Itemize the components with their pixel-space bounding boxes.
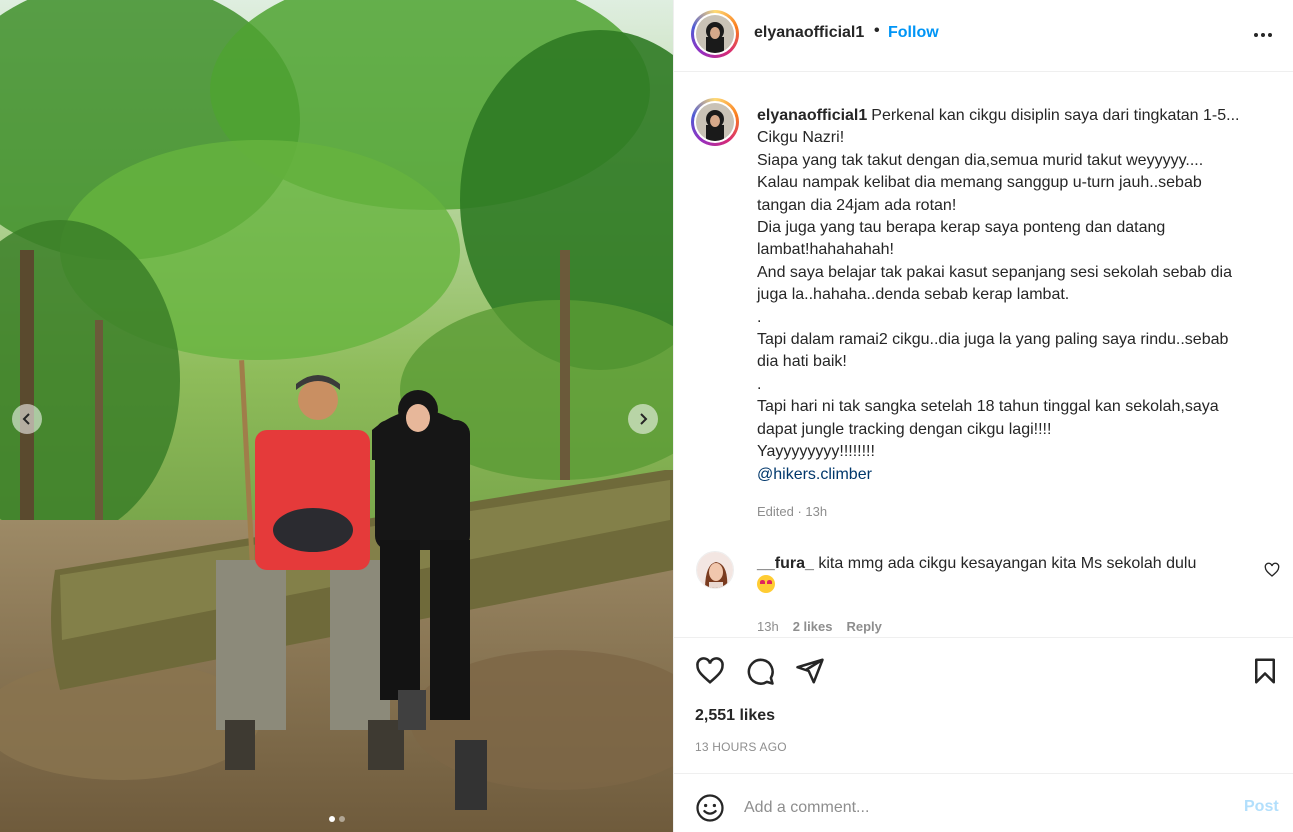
carousel-dot-active <box>328 816 335 822</box>
caption-line: Tapi hari ni tak sangka setelah 18 tahun… <box>757 398 1219 416</box>
carousel-indicator <box>0 816 673 822</box>
caption-line: dapat jungle tracking dengan cikgu lagi!… <box>757 420 1052 438</box>
comment-item: __fura_ kita mmg ada cikgu kesayangan ki… <box>757 553 1237 598</box>
caption-line: . <box>757 308 762 326</box>
caption-line: And saya belajar tak pakai kasut sepanja… <box>757 263 1232 281</box>
like-heart-icon[interactable] <box>695 656 725 686</box>
post-photo[interactable] <box>0 0 673 832</box>
avatar-image <box>697 552 733 588</box>
caption-line: tangan dia 24jam ada rotan! <box>757 196 957 214</box>
share-paper-plane-icon[interactable] <box>795 656 825 686</box>
caption-line: Dia juga yang tau berapa kerap saya pont… <box>757 219 1166 237</box>
emoji-smiley-icon[interactable] <box>695 793 725 823</box>
smiling-face-hearts-emoji <box>757 575 775 594</box>
add-comment-bar: Post <box>674 773 1293 832</box>
carousel-dot <box>338 816 345 822</box>
caption-edited-time: Edited · 13h <box>757 504 828 519</box>
add-comment-input[interactable] <box>744 794 1204 822</box>
like-comment-heart-icon[interactable] <box>1264 562 1280 578</box>
caption-line: Kalau nampak kelibat dia memang sanggup … <box>757 174 1202 192</box>
caption-mention-link[interactable]: @hikers.climber <box>757 464 1277 486</box>
commenter-avatar[interactable] <box>696 551 734 589</box>
caption-line: Perkenal kan cikgu disiplin saya dari ti… <box>871 107 1240 124</box>
comments-section[interactable]: elyanaofficial1 Perkenal kan cikgu disipl… <box>674 72 1293 637</box>
chevron-left-icon <box>22 413 30 425</box>
follow-button[interactable]: Follow <box>888 24 939 42</box>
caption-line: Yayyyyyyyy!!!!!!!! <box>757 443 875 461</box>
caption-line: Siapa yang tak takut dengan dia,semua mu… <box>757 151 1204 169</box>
comment-likes-link[interactable]: 2 likes <box>793 619 833 634</box>
caption-username[interactable]: elyanaofficial1 <box>757 107 867 124</box>
post-caption: elyanaofficial1 Perkenal kan cikgu disipl… <box>757 105 1277 486</box>
caption-line: . <box>757 375 762 393</box>
reply-button[interactable]: Reply <box>846 619 881 634</box>
save-bookmark-icon[interactable] <box>1250 656 1280 686</box>
caption-line: Cikgu Nazri! <box>757 129 845 147</box>
caption-avatar[interactable] <box>691 98 739 146</box>
comment-time: 13h <box>757 619 779 634</box>
header-separator: • <box>874 22 880 39</box>
post-comment-button[interactable]: Post <box>1244 798 1279 816</box>
previous-image-button[interactable] <box>12 404 42 434</box>
more-dot-icon <box>1261 33 1265 37</box>
chevron-right-icon <box>640 413 648 425</box>
next-image-button[interactable] <box>628 404 658 434</box>
avatar-image <box>696 103 734 141</box>
caption-line: lambat!hahahahah! <box>757 241 894 259</box>
comment-username[interactable]: __fura_ <box>757 555 814 572</box>
comment-text: kita mmg ada cikgu kesayangan kita Ms se… <box>818 555 1197 572</box>
post-details-panel: elyanaofficial1 • Follow elyanaofficial1… <box>673 0 1293 832</box>
header-username[interactable]: elyanaofficial1 <box>754 24 864 42</box>
likes-count[interactable]: 2,551 likes <box>695 707 775 725</box>
jungle-photo <box>0 0 673 832</box>
profile-avatar[interactable] <box>691 10 739 58</box>
more-dot-icon <box>1268 33 1272 37</box>
caption-line: juga la..hahaha..denda sebab kerap lamba… <box>757 286 1070 304</box>
post-header: elyanaofficial1 • Follow <box>674 0 1293 72</box>
more-dot-icon <box>1254 33 1258 37</box>
caption-line: dia hati baik! <box>757 353 847 371</box>
comment-meta: 13h 2 likes Reply <box>757 619 882 634</box>
comment-bubble-icon[interactable] <box>745 656 775 686</box>
post-timestamp: 13 HOURS AGO <box>695 740 787 754</box>
more-options-button[interactable] <box>1248 24 1278 46</box>
post-actions-bar <box>674 637 1293 701</box>
caption-line: Tapi dalam ramai2 cikgu..dia juga la yan… <box>757 331 1229 349</box>
avatar-image <box>696 15 734 53</box>
